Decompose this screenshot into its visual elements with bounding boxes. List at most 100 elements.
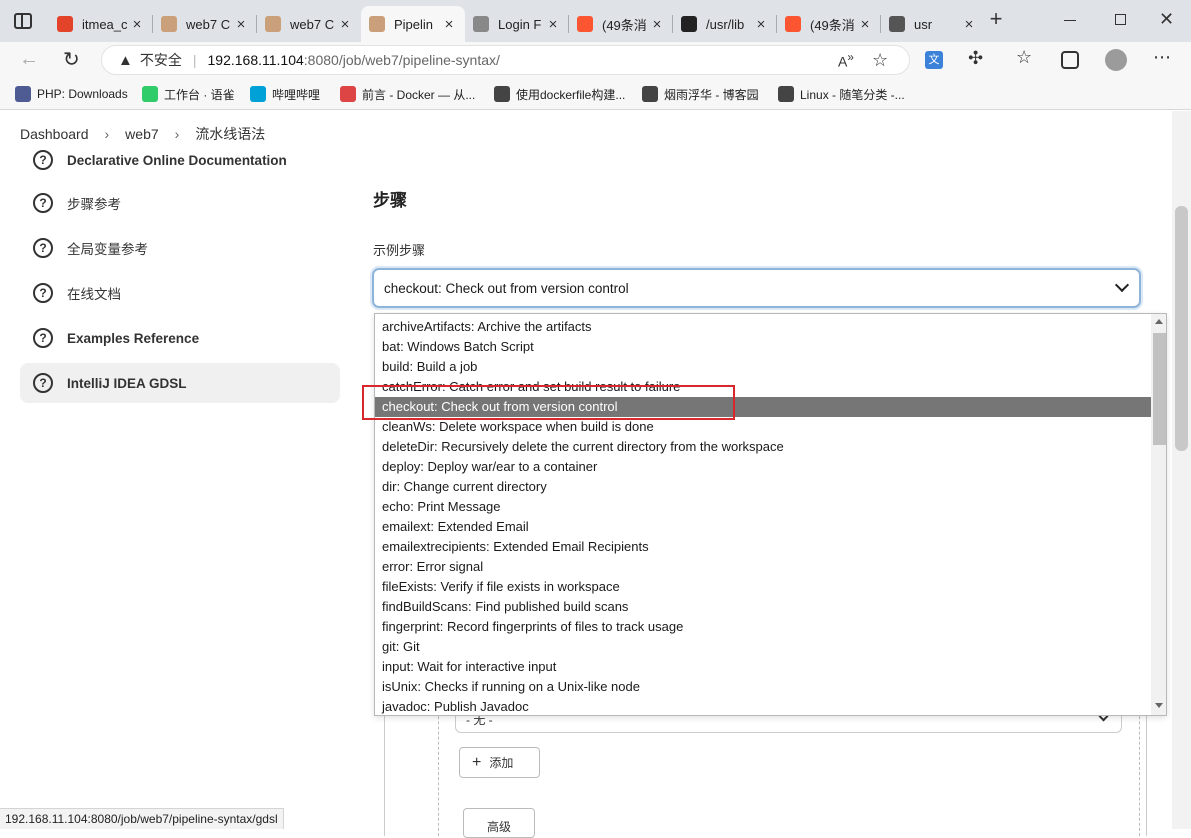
section-heading: 步骤 bbox=[373, 191, 407, 210]
dropdown-option[interactable]: fingerprint: Record fingerprints of file… bbox=[375, 617, 1151, 637]
gitlab-icon bbox=[57, 16, 73, 32]
bookmark-item[interactable]: 烟雨浮华 - 博客园 bbox=[642, 84, 759, 104]
bookmark-label: 烟雨浮华 - 博客园 bbox=[664, 87, 759, 102]
dropdown-option[interactable]: isUnix: Checks if running on a Unix-like… bbox=[375, 677, 1151, 697]
bookmark-item[interactable]: 使用dockerfile构建... bbox=[494, 84, 625, 104]
tab-8[interactable]: (49条消 × bbox=[777, 6, 881, 42]
tab-6[interactable]: (49条消 × bbox=[569, 6, 673, 42]
dropdown-option[interactable]: findBuildScans: Find published build sca… bbox=[375, 597, 1151, 617]
sidebar-item[interactable]: ? Declarative Online Documentation bbox=[20, 140, 340, 180]
bookmark-item[interactable]: 工作台 · 语雀 bbox=[142, 84, 235, 104]
sidebar-item-label: Declarative Online Documentation bbox=[67, 152, 287, 168]
jenkins-page: Dashboard › web7 › 流水线语法 ? Declarative On… bbox=[0, 111, 1191, 838]
close-tab-icon[interactable]: × bbox=[857, 16, 873, 33]
add-button[interactable]: + 添加 bbox=[459, 747, 540, 778]
sidebar-item[interactable]: ? 在线文档 bbox=[20, 273, 340, 313]
back-button[interactable]: ← bbox=[19, 48, 39, 71]
dropdown-option[interactable]: bat: Windows Batch Script bbox=[375, 337, 1151, 357]
close-tab-icon[interactable]: × bbox=[545, 16, 561, 33]
scroll-up-arrow-icon[interactable] bbox=[1155, 319, 1163, 324]
address-bar[interactable]: ▲ 不安全 | 192.168.11.104 :8080/job/web7/pi… bbox=[101, 45, 910, 75]
tab-actions-icon[interactable] bbox=[14, 13, 32, 29]
tab-4[interactable]: Pipelin × bbox=[361, 6, 465, 42]
dropdown-option[interactable]: git: Git bbox=[375, 637, 1151, 657]
dropdown-option[interactable]: javadoc: Publish Javadoc bbox=[375, 697, 1151, 715]
tab-title: Login F bbox=[498, 16, 542, 32]
dropdown-scrollbar[interactable] bbox=[1151, 314, 1166, 715]
sidebar-item-label: 步骤参考 bbox=[67, 197, 121, 212]
close-tab-icon[interactable]: × bbox=[441, 16, 457, 33]
scroll-down-arrow-icon[interactable] bbox=[1155, 703, 1163, 708]
dropdown-option[interactable]: deploy: Deploy war/ear to a container bbox=[375, 457, 1151, 477]
collections-icon[interactable] bbox=[1061, 51, 1079, 69]
tab-title: web7 C bbox=[186, 16, 231, 32]
browser-tab-strip: itmea_c × web7 C × web7 C × Pipelin × Login F × (4… bbox=[0, 0, 1191, 42]
dropdown-option[interactable]: dir: Change current directory bbox=[375, 477, 1151, 497]
close-tab-icon[interactable]: × bbox=[129, 16, 145, 33]
tab-title: usr bbox=[914, 16, 933, 32]
maximize-button[interactable] bbox=[1115, 14, 1126, 25]
minimize-button[interactable] bbox=[1064, 20, 1076, 21]
dropdown-option[interactable]: emailextrecipients: Extended Email Recip… bbox=[375, 537, 1151, 557]
bookmark-item[interactable]: PHP: Downloads bbox=[15, 84, 128, 104]
status-bar-url: 192.168.11.104:8080/job/web7/pipeline-sy… bbox=[0, 808, 284, 829]
translate-icon[interactable]: 文 bbox=[925, 51, 943, 69]
dropdown-option[interactable]: build: Build a job bbox=[375, 357, 1151, 377]
tab-9[interactable]: usr × bbox=[881, 6, 985, 42]
sample-step-dropdown-list: archiveArtifacts: Archive the artifacts b… bbox=[374, 313, 1167, 716]
sidebar-item-label: 在线文档 bbox=[67, 287, 121, 302]
favorites-icon[interactable]: ☆ bbox=[1016, 47, 1032, 68]
help-circle-icon: ? bbox=[33, 193, 53, 213]
rocket-icon bbox=[340, 86, 356, 102]
close-window-button[interactable]: ✕ bbox=[1159, 9, 1174, 30]
dropdown-option[interactable]: fileExists: Verify if file exists in wor… bbox=[375, 577, 1151, 597]
sidebar-item[interactable]: ? IntelliJ IDEA GDSL bbox=[20, 363, 340, 403]
dropdown-option[interactable]: echo: Print Message bbox=[375, 497, 1151, 517]
annotation-highlight-box bbox=[362, 385, 735, 420]
sidebar-item[interactable]: ? 全局变量参考 bbox=[20, 228, 340, 268]
close-tab-icon[interactable]: × bbox=[649, 16, 665, 33]
page-scrollbar-thumb[interactable] bbox=[1175, 206, 1188, 451]
dropdown-option[interactable]: cleanWs: Delete workspace when build is … bbox=[375, 417, 1151, 437]
field-label: 示例步骤 bbox=[373, 243, 426, 258]
reload-button[interactable]: ↻ bbox=[63, 47, 80, 72]
help-circle-icon: ? bbox=[33, 373, 53, 393]
sidebar-item-label: 全局变量参考 bbox=[67, 242, 148, 257]
bookmark-item[interactable]: 哔哩哔哩 bbox=[250, 84, 320, 104]
dropdown-option[interactable]: error: Error signal bbox=[375, 557, 1151, 577]
tab-5[interactable]: Login F × bbox=[465, 6, 569, 42]
close-tab-icon[interactable]: × bbox=[233, 16, 249, 33]
select-value: checkout: Check out from version control bbox=[384, 280, 629, 296]
dropdown-scrollbar-thumb[interactable] bbox=[1153, 333, 1166, 445]
dropdown-option[interactable]: emailext: Extended Email bbox=[375, 517, 1151, 537]
bookmark-item[interactable]: 前言 - Docker — 从... bbox=[340, 84, 475, 104]
help-circle-icon: ? bbox=[33, 238, 53, 258]
extensions-icon[interactable]: ✣ bbox=[968, 48, 983, 69]
tab-1[interactable]: itmea_c × bbox=[49, 6, 153, 42]
close-tab-icon[interactable]: × bbox=[753, 16, 769, 33]
profile-avatar-icon[interactable] bbox=[1105, 49, 1127, 71]
sample-step-select[interactable]: checkout: Check out from version control bbox=[372, 268, 1141, 308]
close-tab-icon[interactable]: × bbox=[961, 16, 977, 33]
cnblogs-icon bbox=[494, 86, 510, 102]
bookmark-label: 哔哩哔哩 bbox=[272, 87, 321, 102]
bookmark-item[interactable]: Linux - 随笔分类 -... bbox=[778, 84, 905, 104]
page-scrollbar[interactable] bbox=[1172, 111, 1191, 829]
read-aloud-icon[interactable]: A» bbox=[838, 51, 854, 70]
dropdown-option[interactable]: archiveArtifacts: Archive the artifacts bbox=[375, 317, 1151, 337]
sidebar-item[interactable]: ? Examples Reference bbox=[20, 318, 340, 358]
jenkins-icon bbox=[161, 16, 177, 32]
tab-2[interactable]: web7 C × bbox=[153, 6, 257, 42]
sidebar-item[interactable]: ? 步骤参考 bbox=[20, 183, 340, 223]
bookmark-label: 工作台 · 语雀 bbox=[164, 87, 235, 102]
advanced-button[interactable]: 高级 bbox=[463, 808, 535, 838]
tab-title: (49条消 bbox=[602, 17, 647, 33]
dropdown-option[interactable]: input: Wait for interactive input bbox=[375, 657, 1151, 677]
tab-3[interactable]: web7 C × bbox=[257, 6, 361, 42]
new-tab-button[interactable]: + bbox=[984, 8, 1008, 32]
tab-7[interactable]: /usr/lib × bbox=[673, 6, 777, 42]
favorite-star-icon[interactable]: ☆ bbox=[872, 50, 888, 71]
close-tab-icon[interactable]: × bbox=[337, 16, 353, 33]
more-menu-icon[interactable]: ⋯ bbox=[1153, 47, 1171, 68]
dropdown-option[interactable]: deleteDir: Recursively delete the curren… bbox=[375, 437, 1151, 457]
